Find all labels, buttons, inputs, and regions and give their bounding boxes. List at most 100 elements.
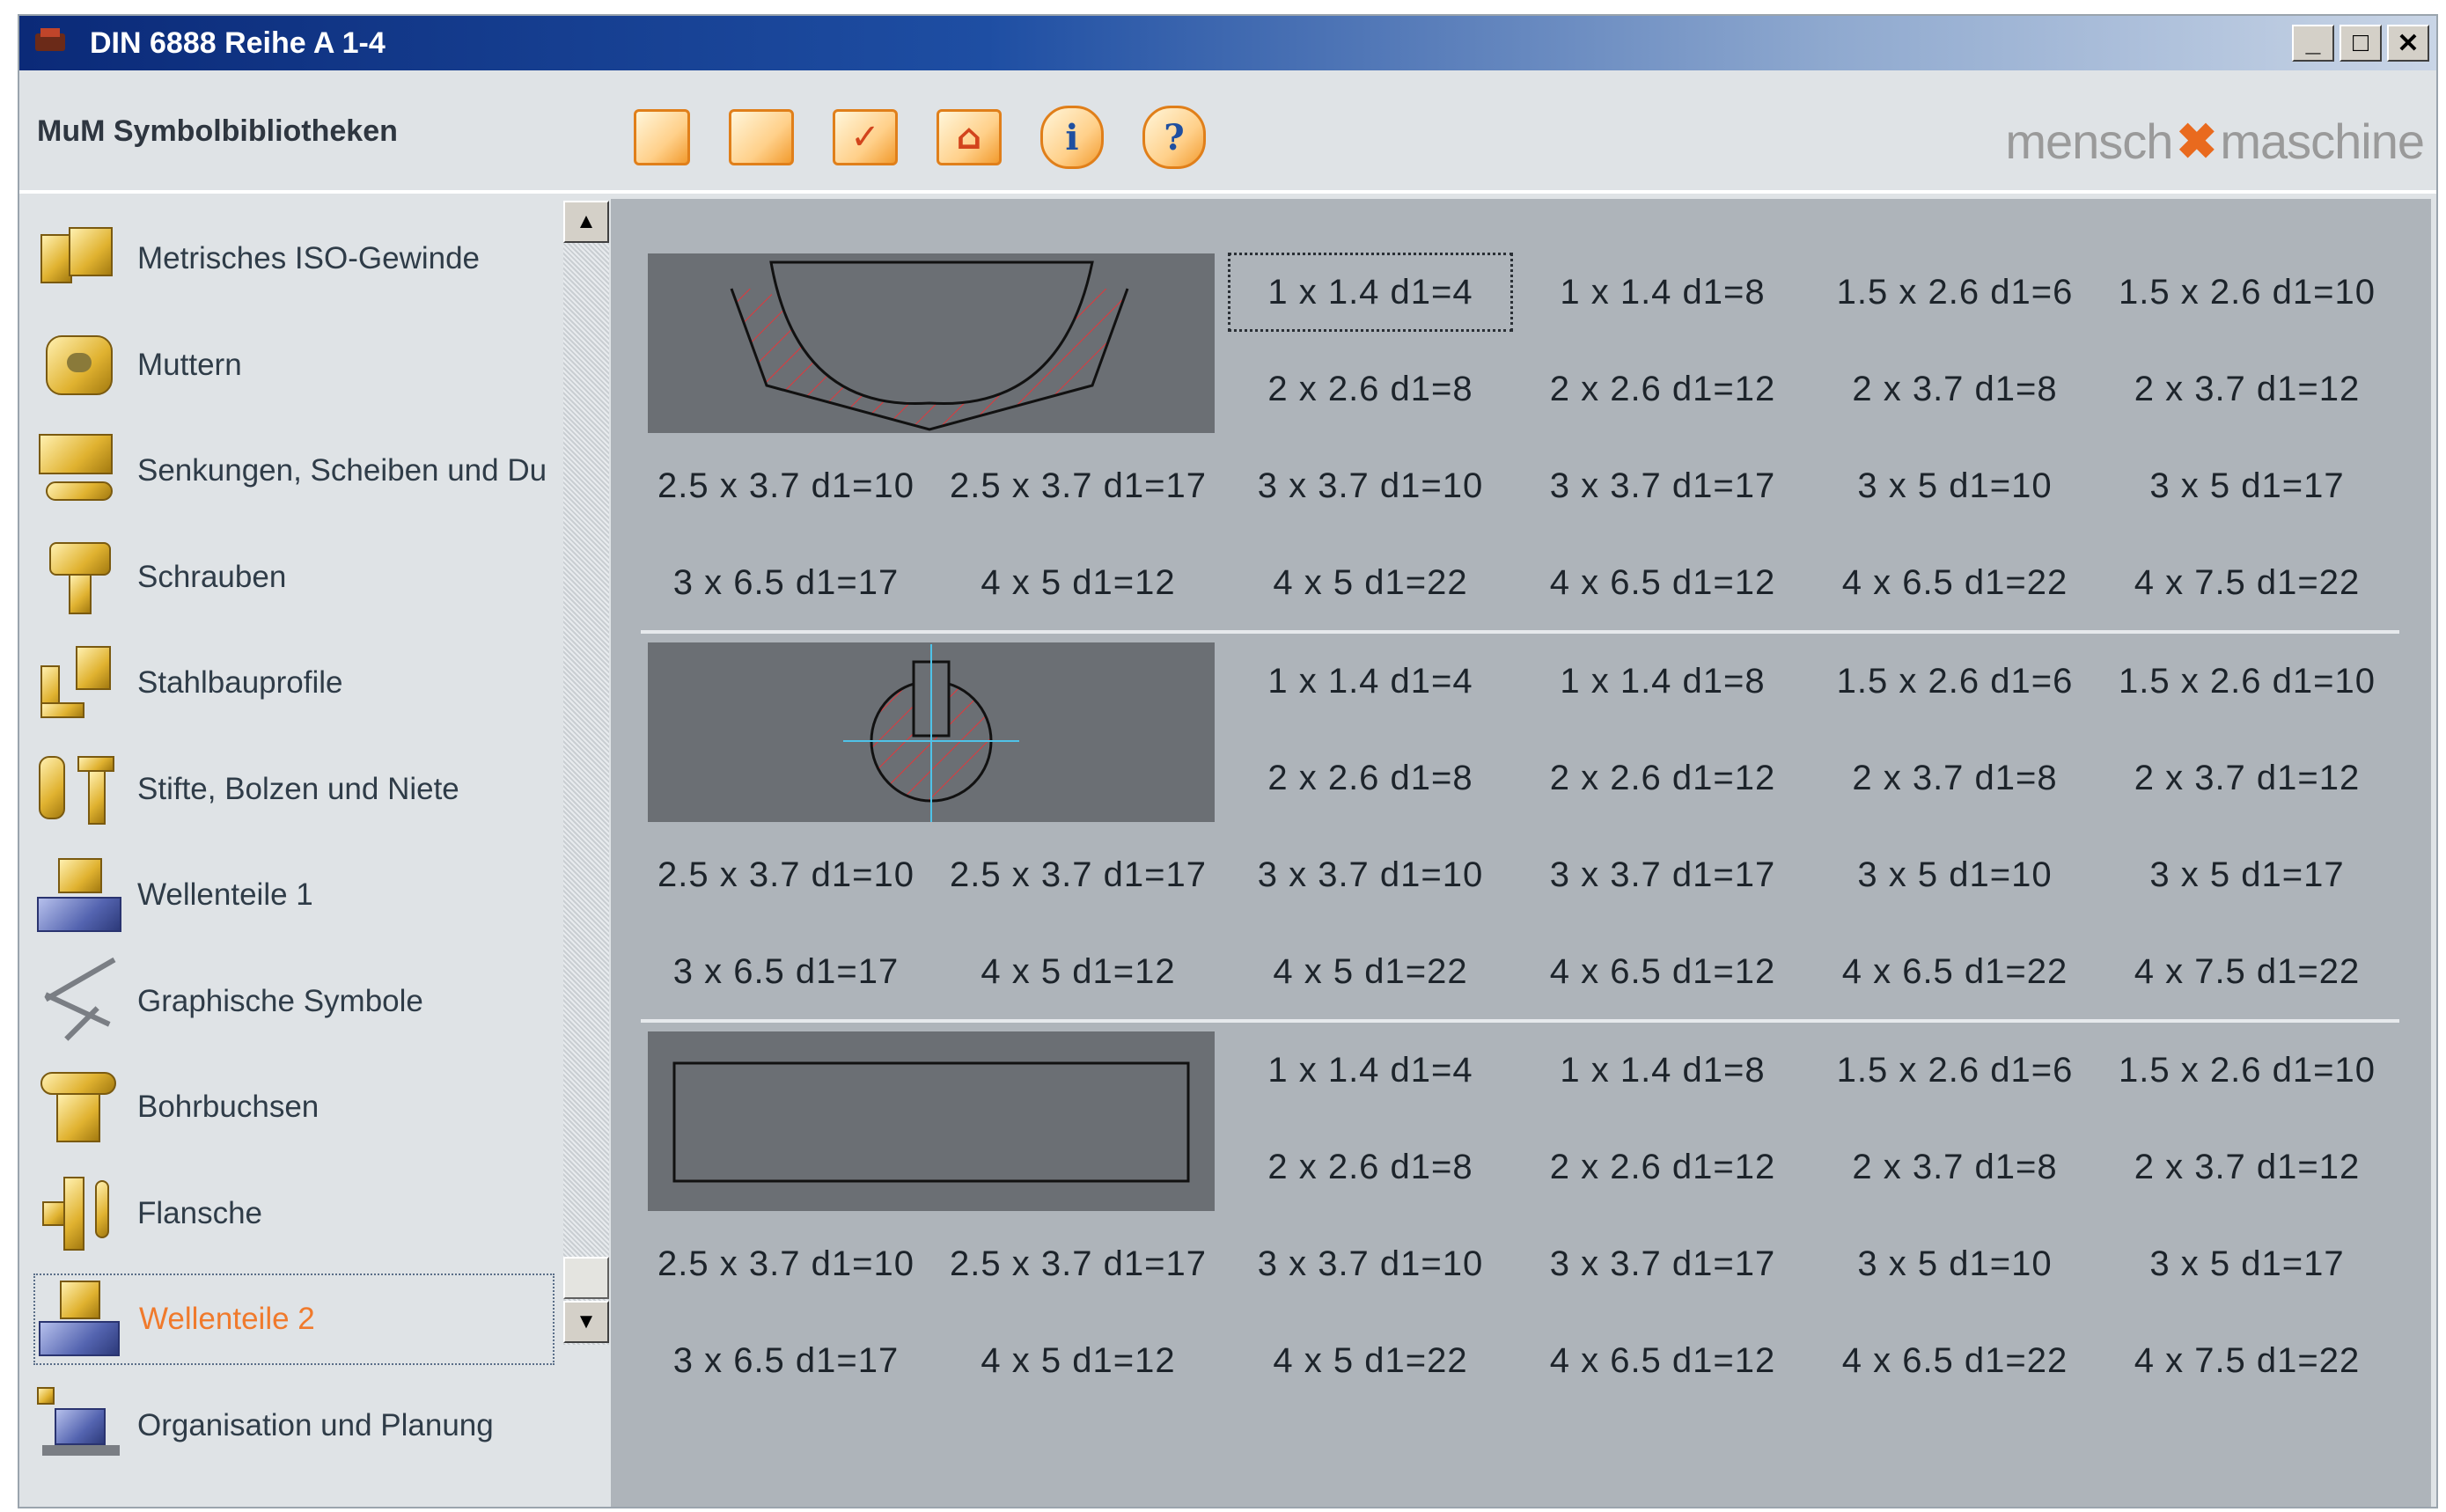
symbol-size-option[interactable]: 1 x 1.4 d1=8 (1517, 1028, 1808, 1112)
help-button[interactable]: ? (1142, 106, 1206, 169)
symbol-size-option[interactable]: 1 x 1.4 d1=4 (1225, 639, 1516, 723)
symbol-size-option[interactable]: 3 x 6.5 d1=17 (641, 1318, 931, 1403)
symbol-size-option[interactable]: 4 x 6.5 d1=12 (1517, 1318, 1808, 1403)
sidebar-item-label: Wellenteile 1 (137, 877, 313, 912)
symbol-size-option[interactable]: 2 x 2.6 d1=12 (1517, 347, 1808, 431)
symbol-size-option[interactable]: 4 x 7.5 d1=22 (2102, 540, 2392, 625)
scroll-up-button[interactable]: ▲ (563, 201, 609, 243)
symbol-size-option[interactable]: 4 x 6.5 d1=22 (1810, 540, 2100, 625)
scroll-thumb[interactable] (563, 1257, 609, 1299)
symbol-size-option[interactable]: 4 x 5 d1=22 (1225, 540, 1516, 625)
symbol-size-option[interactable]: 3 x 3.7 d1=10 (1225, 444, 1516, 528)
title-bar[interactable]: DIN 6888 Reihe A 1-4 _ □ ✕ (19, 16, 2436, 70)
sidebar-item-label: Organisation und Planung (137, 1407, 494, 1442)
symbol-grid: 1 x 1.4 d1=4 1 x 1.4 d1=8 1.5 x 2.6 d1=6 1.… (611, 199, 2431, 1507)
symbol-size-option[interactable]: 1.5 x 2.6 d1=6 (1810, 250, 2100, 334)
check-button[interactable]: ✓ (833, 109, 898, 165)
sidebar-scrollbar[interactable]: ▲ ▼ (563, 201, 609, 1345)
symbol-size-option[interactable]: 3 x 6.5 d1=17 (641, 540, 931, 625)
group-divider (641, 630, 2399, 634)
panel-button[interactable] (729, 109, 794, 165)
symbol-size-option[interactable]: 2 x 2.6 d1=8 (1225, 347, 1516, 431)
symbol-size-option[interactable]: 4 x 6.5 d1=22 (1810, 1318, 2100, 1403)
key-top-view-preview[interactable] (648, 1031, 1215, 1211)
symbol-size-option[interactable]: 1.5 x 2.6 d1=10 (2102, 250, 2392, 334)
key-section-view-preview[interactable] (648, 642, 1215, 822)
symbol-size-option[interactable]: 4 x 6.5 d1=22 (1810, 929, 2100, 1014)
symbol-size-option[interactable]: 2 x 2.6 d1=12 (1517, 736, 1808, 820)
symbol-size-option[interactable]: 3 x 3.7 d1=17 (1517, 833, 1808, 917)
symbol-size-option[interactable]: 4 x 5 d1=12 (933, 540, 1223, 625)
symbol-size-option[interactable]: 1.5 x 2.6 d1=10 (2102, 1028, 2392, 1112)
symbol-size-option[interactable]: 1 x 1.4 d1=4 (1225, 1028, 1516, 1112)
minimize-button[interactable]: _ (2292, 25, 2334, 62)
info-button[interactable]: i (1040, 106, 1104, 169)
symbol-size-option[interactable]: 4 x 6.5 d1=12 (1517, 929, 1808, 1014)
symbol-size-option[interactable]: 1 x 1.4 d1=4 (1225, 250, 1516, 334)
sidebar-item[interactable]: Graphische Symbole (33, 956, 555, 1047)
symbol-size-option[interactable]: 2.5 x 3.7 d1=10 (641, 1222, 931, 1306)
symbol-size-option[interactable]: 3 x 5 d1=17 (2102, 1222, 2392, 1306)
symbol-size-option[interactable]: 2.5 x 3.7 d1=17 (933, 444, 1223, 528)
sidebar-item[interactable]: Senkungen, Scheiben und Du (33, 425, 555, 517)
symbol-size-option[interactable]: 4 x 5 d1=12 (933, 1318, 1223, 1403)
symbol-size-option[interactable]: 3 x 6.5 d1=17 (641, 929, 931, 1014)
sidebar-item[interactable]: Organisation und Planung (33, 1380, 555, 1472)
symbol-size-option[interactable]: 3 x 3.7 d1=17 (1517, 1222, 1808, 1306)
sidebar-item-label: Metrisches ISO-Gewinde (137, 241, 481, 275)
symbol-size-option[interactable]: 3 x 5 d1=10 (1810, 833, 2100, 917)
sidebar-item[interactable]: Muttern (33, 319, 555, 411)
sidebar-item[interactable]: Wellenteile 1 (33, 849, 555, 941)
sidebar-item[interactable]: Metrisches ISO-Gewinde (33, 213, 555, 305)
symbol-size-option[interactable]: 1.5 x 2.6 d1=6 (1810, 639, 2100, 723)
symbol-size-option[interactable]: 4 x 5 d1=22 (1225, 929, 1516, 1014)
key-side-view-preview[interactable] (648, 253, 1215, 433)
symbol-size-option[interactable]: 2 x 3.7 d1=12 (2102, 347, 2392, 431)
close-button[interactable]: ✕ (2387, 25, 2429, 62)
symbol-size-option[interactable]: 2 x 3.7 d1=12 (2102, 736, 2392, 820)
symbol-size-option[interactable]: 3 x 5 d1=10 (1810, 1222, 2100, 1306)
symbol-size-option[interactable]: 3 x 3.7 d1=10 (1225, 833, 1516, 917)
nut-icon (33, 323, 127, 407)
sidebar-item-label: Senkungen, Scheiben und Du (137, 453, 546, 488)
symbol-size-option[interactable]: 4 x 7.5 d1=22 (2102, 929, 2392, 1014)
symbol-size-option[interactable]: 1 x 1.4 d1=8 (1517, 639, 1808, 723)
symbol-size-option[interactable]: 1.5 x 2.6 d1=10 (2102, 639, 2392, 723)
symbol-size-option[interactable]: 4 x 5 d1=22 (1225, 1318, 1516, 1403)
sidebar-item[interactable]: Stifte, Bolzen und Niete (33, 744, 555, 835)
symbol-size-option[interactable]: 2 x 2.6 d1=8 (1225, 1125, 1516, 1209)
symbol-size-option[interactable]: 2 x 3.7 d1=12 (2102, 1125, 2392, 1209)
symbol-size-option[interactable]: 3 x 5 d1=17 (2102, 833, 2392, 917)
symbol-size-option[interactable]: 2 x 2.6 d1=12 (1517, 1125, 1808, 1209)
symbol-size-option[interactable]: 2.5 x 3.7 d1=17 (933, 1222, 1223, 1306)
symbol-size-option[interactable]: 1 x 1.4 d1=8 (1517, 250, 1808, 334)
scroll-down-button[interactable]: ▼ (563, 1301, 609, 1343)
insert-button[interactable]: ⌂ (937, 109, 1002, 165)
sidebar-item[interactable]: Stahlbauprofile (33, 637, 555, 729)
symbol-size-option[interactable]: 1.5 x 2.6 d1=6 (1810, 1028, 2100, 1112)
symbol-size-option[interactable]: 3 x 3.7 d1=17 (1517, 444, 1808, 528)
symbol-size-option[interactable]: 3 x 5 d1=17 (2102, 444, 2392, 528)
maximize-button[interactable]: □ (2339, 25, 2382, 62)
shaft-parts-icon (33, 853, 127, 937)
symbol-size-option[interactable]: 4 x 6.5 d1=12 (1517, 540, 1808, 625)
symbol-size-option[interactable]: 2 x 3.7 d1=8 (1810, 736, 2100, 820)
symbol-size-option[interactable]: 4 x 5 d1=12 (933, 929, 1223, 1014)
symbol-size-option[interactable]: 4 x 7.5 d1=22 (2102, 1318, 2392, 1403)
symbol-size-option[interactable]: 2.5 x 3.7 d1=10 (641, 833, 931, 917)
brand-mark-icon: ✖ (2176, 114, 2217, 169)
symbol-size-option[interactable]: 2 x 2.6 d1=8 (1225, 736, 1516, 820)
sidebar-item[interactable]: Wellenteile 2 (33, 1273, 555, 1365)
sidebar-item[interactable]: Schrauben (33, 532, 555, 623)
new-button[interactable] (634, 109, 690, 165)
sidebar-item[interactable]: Flansche (33, 1168, 555, 1259)
check-icon: ✓ (850, 117, 880, 158)
sidebar-item[interactable]: Bohrbuchsen (33, 1061, 555, 1153)
organisation-icon (33, 1384, 127, 1468)
symbol-size-option[interactable]: 3 x 5 d1=10 (1810, 444, 2100, 528)
symbol-size-option[interactable]: 2.5 x 3.7 d1=10 (641, 444, 931, 528)
symbol-size-option[interactable]: 2 x 3.7 d1=8 (1810, 347, 2100, 431)
symbol-size-option[interactable]: 3 x 3.7 d1=10 (1225, 1222, 1516, 1306)
symbol-size-option[interactable]: 2.5 x 3.7 d1=17 (933, 833, 1223, 917)
symbol-size-option[interactable]: 2 x 3.7 d1=8 (1810, 1125, 2100, 1209)
